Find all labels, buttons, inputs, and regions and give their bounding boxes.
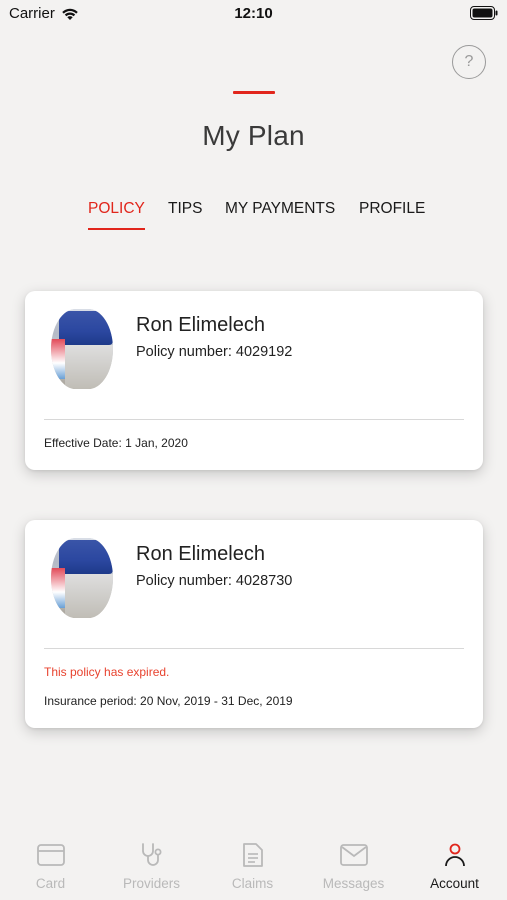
tabbar-label: Providers [122, 876, 181, 891]
tab-policy[interactable]: POLICY [88, 200, 145, 230]
policy-number-value: 4028730 [235, 573, 293, 589]
policy-number-value: 4029192 [235, 344, 293, 360]
effective-date: Effective Date: 1 Jan, 2020 [44, 436, 188, 450]
policy-number: Policy number: 4028730 [136, 573, 292, 589]
stethoscope-icon [101, 840, 202, 870]
tabbar-item-messages[interactable]: Messages [303, 840, 404, 891]
help-button[interactable]: ? [452, 45, 486, 79]
policy-holder-name: Ron Elimelech [136, 543, 265, 565]
tabbar-item-account[interactable]: Account [404, 840, 505, 891]
tabbar-label: Messages [322, 876, 385, 891]
policy-holder-name: Ron Elimelech [136, 314, 265, 336]
avatar [51, 538, 113, 618]
envelope-icon [303, 840, 404, 870]
help-label: ? [464, 53, 474, 70]
insurance-period: Insurance period: 20 Nov, 2019 - 31 Dec,… [44, 694, 293, 708]
expired-notice: This policy has expired. [44, 665, 170, 679]
divider [44, 648, 464, 649]
tabbar-label: Account [430, 876, 479, 891]
clock: 12:10 [234, 5, 273, 22]
bottom-tab-bar: Card Providers Claims Messages Account [0, 830, 507, 900]
policy-number-label: Policy number: [136, 573, 232, 589]
title-accent-line [233, 91, 275, 94]
avatar [51, 309, 113, 389]
tabbar-item-providers[interactable]: Providers [101, 840, 202, 891]
person-icon [404, 840, 505, 870]
tabbar-label: Claims [231, 876, 274, 891]
divider [44, 419, 464, 420]
policy-card[interactable]: Ron Elimelech Policy number: 4028730 This… [25, 520, 483, 728]
page-title: My Plan [202, 120, 305, 151]
policy-card[interactable]: Ron Elimelech Policy number: 4029192 Effe… [25, 291, 483, 470]
tab-tips[interactable]: TIPS [168, 200, 202, 228]
tabbar-label: Card [35, 876, 66, 891]
tab-profile[interactable]: PROFILE [359, 200, 425, 228]
plan-tabs: POLICY TIPS MY PAYMENTS PROFILE [0, 200, 507, 234]
card-icon [0, 840, 101, 870]
tabbar-item-card[interactable]: Card [0, 840, 101, 891]
policy-number: Policy number: 4029192 [136, 344, 292, 360]
status-bar: Carrier 12:10 [0, 0, 507, 30]
policy-number-label: Policy number: [136, 344, 232, 360]
battery-icon [470, 6, 498, 20]
tabbar-item-claims[interactable]: Claims [202, 840, 303, 891]
tab-my-payments[interactable]: MY PAYMENTS [225, 200, 335, 228]
document-icon [202, 840, 303, 870]
